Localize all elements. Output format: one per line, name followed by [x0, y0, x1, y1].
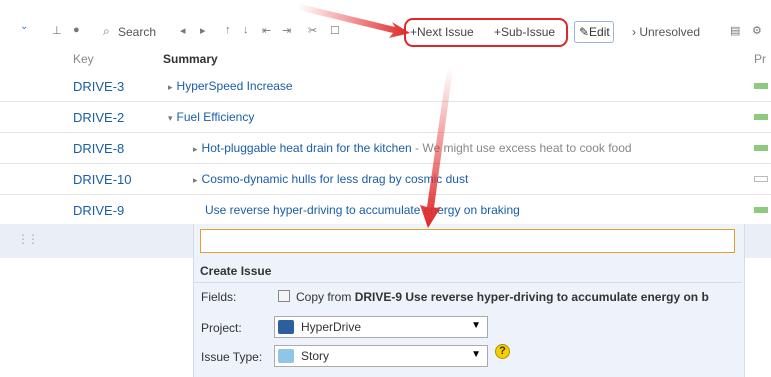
highlight-box [404, 18, 568, 47]
project-label: Project: [201, 321, 242, 335]
expand-toggle-icon[interactable]: ▸ [168, 82, 173, 92]
issue-key[interactable]: DRIVE-10 [73, 172, 132, 187]
new-issue-summary-input[interactable] [200, 229, 735, 253]
table-row[interactable]: DRIVE-3 ▸ HyperSpeed Increase [0, 71, 771, 102]
column-header-summary[interactable]: Summary [163, 52, 218, 70]
priority-bar [754, 114, 768, 120]
divider [194, 282, 742, 283]
expand-toggle-icon[interactable]: ▸ [193, 175, 198, 185]
settings-icon[interactable]: ⚙ [752, 24, 762, 37]
indent-icon[interactable]: ⇥ [282, 24, 291, 37]
chevron-down-icon: ▼ [471, 320, 481, 331]
issue-key[interactable]: DRIVE-9 [73, 203, 124, 218]
issue-summary[interactable]: Cosmo-dynamic hulls for less drag by cos… [202, 172, 469, 186]
chevron-down-icon: ▼ [471, 349, 481, 360]
collapse-toggle-icon[interactable]: ▾ [168, 113, 173, 123]
move-left-icon[interactable]: ◂ [180, 24, 186, 37]
priority-bar [754, 207, 768, 213]
issue-type-select[interactable]: Story ▼ [274, 345, 488, 367]
table-row[interactable]: DRIVE-10 ▸ Cosmo-dynamic hulls for less d… [0, 164, 771, 195]
project-select[interactable]: HyperDrive ▼ [274, 316, 488, 338]
table-row[interactable]: DRIVE-2 ▾ Fuel Efficiency [0, 102, 771, 133]
move-down-icon[interactable]: ↓ [243, 24, 249, 36]
issue-summary[interactable]: Use reverse hyper-driving to accumulate … [205, 203, 520, 217]
issue-key[interactable]: DRIVE-2 [73, 110, 124, 125]
search-button[interactable]: Search [118, 25, 156, 39]
issue-description: - We might use excess heat to cook food [411, 141, 632, 155]
move-right-icon[interactable]: ▸ [200, 24, 206, 37]
create-issue-title: Create Issue [200, 264, 272, 278]
cut-icon[interactable]: ✂ [308, 24, 317, 37]
search-icon[interactable]: ⌕ [103, 24, 110, 39]
issue-summary[interactable]: Fuel Efficiency [177, 110, 255, 124]
help-icon[interactable]: ? [495, 344, 510, 359]
issue-summary[interactable]: Hot-pluggable heat drain for the kitchen [202, 141, 412, 155]
story-icon [278, 349, 294, 363]
copy-from-checkbox[interactable] [278, 290, 290, 302]
move-up-icon[interactable]: ↑ [225, 24, 231, 36]
print-icon[interactable]: ▤ [730, 24, 740, 37]
table-row[interactable]: DRIVE-8 ▸ Hot-pluggable heat drain for th… [0, 133, 771, 164]
issue-type-label: Issue Type: [201, 350, 263, 364]
clock-icon[interactable]: ● [73, 24, 80, 36]
drag-handle-icon[interactable]: ⋮⋮ [17, 232, 39, 246]
edit-button[interactable]: ✎Edit [574, 21, 614, 43]
copy-icon[interactable]: ☐ [330, 24, 340, 37]
copy-from-label[interactable]: Copy from DRIVE-9 Use reverse hyper-driv… [296, 290, 740, 304]
toolbar: ⌄ ⊥ ● ⌕ Search ◂ ▸ ↑ ↓ ⇤ ⇥ ✂ ☐ +Next Iss… [0, 18, 771, 48]
issue-key[interactable]: DRIVE-3 [73, 79, 124, 94]
column-header-key[interactable]: Key [73, 52, 94, 70]
column-header-priority[interactable]: Pr [754, 52, 766, 70]
fields-label: Fields: [201, 290, 237, 304]
priority-bar [754, 145, 768, 151]
expand-toggle-icon[interactable]: ▸ [193, 144, 198, 154]
project-icon [278, 320, 294, 334]
issue-summary[interactable]: HyperSpeed Increase [177, 79, 293, 93]
issue-key[interactable]: DRIVE-8 [73, 141, 124, 156]
unresolved-filter[interactable]: › Unresolved [632, 25, 700, 39]
outdent-icon[interactable]: ⇤ [262, 24, 271, 37]
collapse-chevron-icon[interactable]: ⌄ [20, 21, 28, 32]
pin-icon[interactable]: ⊥ [52, 24, 62, 37]
priority-bar [754, 176, 768, 182]
table-row[interactable]: DRIVE-9 Use reverse hyper-driving to acc… [0, 195, 771, 226]
priority-bar [754, 83, 768, 89]
